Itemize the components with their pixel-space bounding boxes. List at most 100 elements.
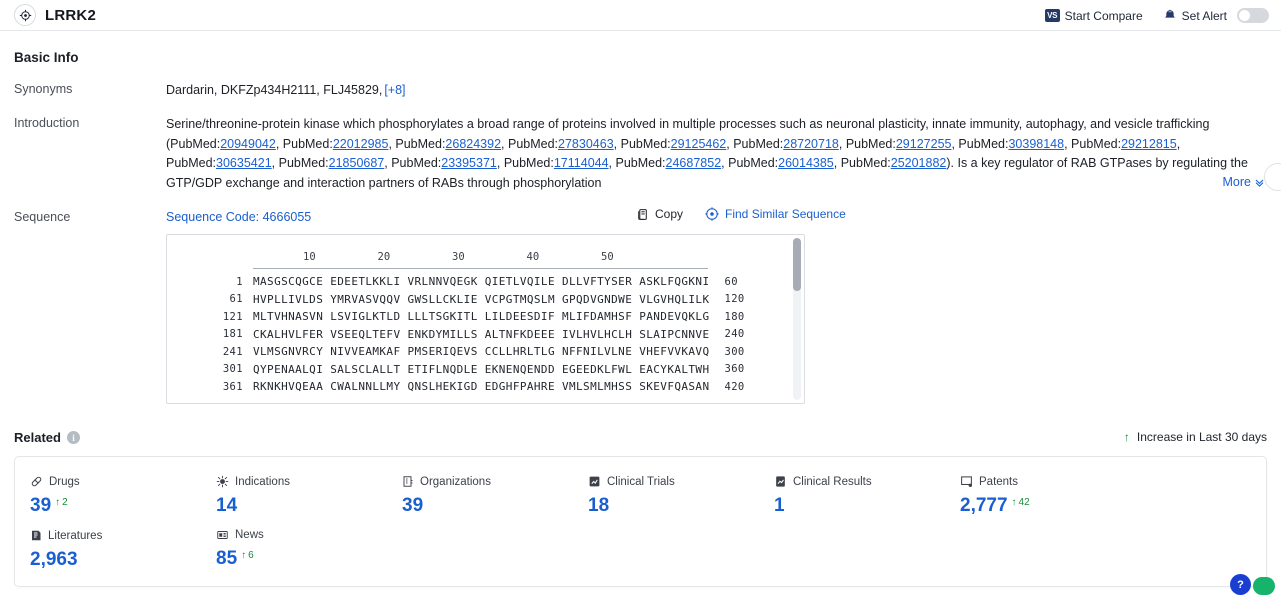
- set-alert-toggle[interactable]: [1237, 8, 1269, 23]
- ruler-tick: 10: [303, 251, 316, 263]
- alert-bell-icon: [1163, 9, 1177, 22]
- ruler-tick: 40: [527, 251, 540, 263]
- stat-value-row[interactable]: 2,963: [30, 549, 201, 571]
- chat-fab-button[interactable]: [1253, 577, 1275, 595]
- sequence-start-index: 181: [167, 328, 253, 340]
- stat-value: 2,777: [960, 495, 1008, 517]
- pubmed-link[interactable]: 17114044: [554, 156, 609, 170]
- synonyms-more-link[interactable]: [+8]: [384, 83, 405, 97]
- introduction-more-button[interactable]: More: [1223, 173, 1265, 193]
- pubmed-separator: , PubMed:: [834, 156, 891, 170]
- sequence-end-index: 300: [709, 346, 744, 358]
- pubmed-link[interactable]: 27830463: [558, 137, 614, 151]
- stat-label: Clinical Trials: [607, 476, 675, 488]
- sequence-line: 181CKALHVLFER VSEEQLTEFV ENKDYMILLS ALTN…: [167, 326, 804, 344]
- sequence-label: Sequence: [14, 209, 166, 404]
- pubmed-link[interactable]: 29127255: [896, 137, 952, 151]
- related-stat-clinical-results[interactable]: Clinical Results1: [759, 475, 945, 517]
- stat-header: Literatures: [30, 529, 201, 542]
- pubmed-link[interactable]: 30398148: [1008, 137, 1064, 151]
- stat-header: Clinical Trials: [588, 475, 759, 488]
- arrow-up-icon: ↑: [1012, 497, 1017, 508]
- header-actions: VS Start Compare Set Alert: [1045, 0, 1269, 31]
- pubmed-separator: , PubMed:: [276, 137, 333, 151]
- pubmed-separator: , PubMed:: [726, 137, 783, 151]
- stat-header: Organizations: [402, 475, 573, 488]
- stat-value: 1: [774, 495, 785, 517]
- ruler-line: [253, 268, 708, 269]
- sequence-viewer[interactable]: 1020304050 1MASGSCQGCE EDEETLKKLI VRLNNV…: [166, 234, 805, 404]
- sequence-line: 241VLMSGNVRCY NIVVEAMKAF PMSERIQEVS CCLL…: [167, 343, 804, 361]
- pubmed-separator: , PubMed:: [272, 156, 329, 170]
- ruler-tick: 30: [452, 251, 465, 263]
- sequence-line: 301QYPENAALQI SALSCLALLT ETIFLNQDLE EKNE…: [167, 361, 804, 379]
- pubmed-link[interactable]: 30635421: [216, 156, 272, 170]
- stat-value-row[interactable]: 14: [216, 495, 387, 517]
- pubmed-link[interactable]: 23395371: [441, 156, 497, 170]
- stat-delta: ↑6: [241, 550, 254, 561]
- pubmed-link[interactable]: 26014385: [778, 156, 834, 170]
- pubmed-link[interactable]: 22012985: [333, 137, 389, 151]
- stat-value-row[interactable]: 39: [402, 495, 573, 517]
- related-stat-organizations[interactable]: Organizations 39: [387, 475, 573, 517]
- sequence-residues: RKNKHVQEAA CWALNNLLMY QNSLHEKIGD EDGHFPA…: [253, 380, 709, 393]
- related-stat-news[interactable]: News85↑6: [201, 529, 387, 571]
- related-stat-drugs[interactable]: Drugs 39 ↑2: [15, 475, 201, 517]
- pubmed-separator: , PubMed:: [721, 156, 778, 170]
- stat-value-row[interactable]: 39 ↑2: [30, 495, 201, 517]
- stat-value: 39: [30, 495, 51, 517]
- related-stat-indications[interactable]: Indications14: [201, 475, 387, 517]
- start-compare-button[interactable]: VS Start Compare: [1045, 9, 1143, 23]
- pubmed-separator: , PubMed:: [609, 156, 666, 170]
- related-stats-card: Drugs39↑2Indications14Organizations39Cli…: [14, 456, 1267, 587]
- sequence-residues: CKALHVLFER VSEEQLTEFV ENKDYMILLS ALTNFKD…: [253, 328, 709, 341]
- help-fab-button[interactable]: ?: [1230, 574, 1251, 595]
- target-icon: [14, 4, 36, 26]
- copy-sequence-button[interactable]: Copy: [636, 207, 683, 221]
- pubmed-link[interactable]: 24687852: [666, 156, 722, 170]
- stat-value-row[interactable]: 2,777↑42: [960, 495, 1131, 517]
- introduction-row: Introduction Serine/threonine-protein ki…: [14, 115, 1267, 193]
- related-title: Related: [14, 430, 61, 445]
- pubmed-link[interactable]: 25201882: [891, 156, 947, 170]
- pubmed-separator: , PubMed:: [614, 137, 671, 151]
- related-legend: ↑ Increase in Last 30 days: [1124, 430, 1267, 444]
- pubmed-separator: , PubMed:: [951, 137, 1008, 151]
- stat-label: Drugs: [49, 476, 80, 488]
- sequence-code-link[interactable]: Sequence Code: 4666055: [166, 210, 311, 224]
- sequence-end-index: 240: [709, 328, 744, 340]
- basic-info-heading: Basic Info: [14, 50, 1267, 65]
- sequence-end-index: 60: [709, 276, 737, 288]
- pubmed-link[interactable]: 28720718: [783, 137, 839, 151]
- news-icon: [216, 529, 229, 541]
- stat-value-row[interactable]: 1: [774, 495, 945, 517]
- introduction-label: Introduction: [14, 115, 166, 193]
- stat-value-row[interactable]: 18: [588, 495, 759, 517]
- stat-delta-value: 6: [248, 550, 254, 561]
- stat-delta-value: 2: [62, 497, 68, 508]
- stat-label: Literatures: [48, 530, 102, 542]
- sequence-end-index: 120: [709, 293, 744, 305]
- find-similar-sequence-label: Find Similar Sequence: [725, 207, 846, 221]
- find-similar-sequence-button[interactable]: Find Similar Sequence: [705, 207, 846, 221]
- related-stat-clinical-trials[interactable]: Clinical Trials 18: [573, 475, 759, 517]
- app-header: LRRK2 VS Start Compare Set Alert: [0, 0, 1281, 31]
- arrow-up-icon: ↑: [55, 497, 60, 508]
- page-content: Basic Info Synonyms Dardarin, DKFZp434H2…: [0, 50, 1281, 587]
- pubmed-link[interactable]: 21850687: [329, 156, 385, 170]
- stat-label: Organizations: [420, 476, 491, 488]
- stat-delta: ↑2: [55, 497, 68, 508]
- building-icon: [402, 475, 414, 488]
- pubmed-link[interactable]: 29212815: [1121, 137, 1177, 151]
- info-icon[interactable]: i: [67, 431, 80, 444]
- related-stat-patents[interactable]: Patents2,777↑42: [945, 475, 1131, 517]
- pubmed-separator: , PubMed:: [388, 137, 445, 151]
- stat-value: 18: [588, 495, 609, 517]
- pubmed-link[interactable]: 29125462: [671, 137, 727, 151]
- pubmed-link[interactable]: 20949042: [220, 137, 276, 151]
- stat-value-row[interactable]: 85↑6: [216, 548, 387, 570]
- pubmed-link[interactable]: 26824392: [445, 137, 501, 151]
- related-stat-literatures[interactable]: Literatures 2,963: [15, 529, 201, 571]
- set-alert-control[interactable]: Set Alert: [1163, 8, 1269, 23]
- sequence-scrollbar-thumb[interactable]: [793, 238, 801, 291]
